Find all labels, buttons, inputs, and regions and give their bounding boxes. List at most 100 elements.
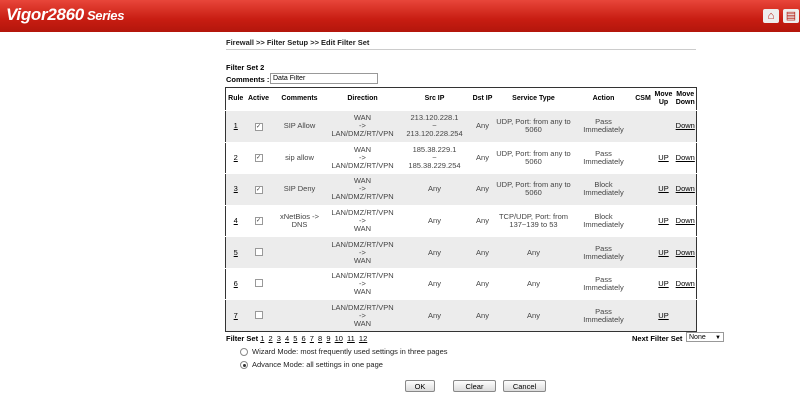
active-cell bbox=[245, 299, 272, 332]
action-cell: Block Immediately bbox=[573, 173, 634, 206]
move-up-link[interactable]: UP bbox=[658, 216, 668, 225]
header-src-ip: Src IP bbox=[424, 95, 445, 102]
move-down-link[interactable]: Down bbox=[676, 248, 695, 257]
comments-cell: SIP Deny bbox=[271, 173, 328, 206]
advance-mode-option[interactable]: Advance Mode: all settings in one page bbox=[240, 360, 383, 370]
header-action: Action bbox=[592, 95, 615, 102]
move-down-cell: Down bbox=[674, 204, 697, 237]
active-checkbox[interactable] bbox=[254, 279, 263, 288]
filter-set-page-link[interactable]: 1 bbox=[260, 334, 264, 343]
rule-cell: 5 bbox=[225, 236, 246, 269]
service-type-cell: Any bbox=[493, 299, 574, 332]
rule-link[interactable]: 6 bbox=[234, 279, 238, 288]
dst-ip-cell: Any bbox=[471, 141, 494, 174]
move-down-link[interactable]: Down bbox=[676, 216, 695, 225]
rule-link[interactable]: 3 bbox=[234, 184, 238, 193]
move-up-link[interactable]: UP bbox=[658, 184, 668, 193]
move-down-link[interactable]: Down bbox=[676, 153, 695, 162]
clear-button[interactable]: Clear bbox=[453, 380, 496, 392]
direction-cell: LAN/DMZ/RT/VPN -> WAN bbox=[327, 267, 398, 300]
filter-set-page-link[interactable]: 7 bbox=[310, 334, 314, 343]
src-ip-cell: Any bbox=[397, 173, 472, 206]
move-down-link[interactable]: Down bbox=[676, 121, 695, 130]
active-checkbox[interactable]: ✓ bbox=[254, 122, 263, 131]
move-up-link[interactable]: UP bbox=[658, 248, 668, 257]
comments-cell: SIP Allow bbox=[271, 110, 328, 143]
dst-ip-cell: Any bbox=[471, 267, 494, 300]
header-comments: Comments bbox=[281, 95, 318, 102]
active-checkbox[interactable]: ✓ bbox=[254, 185, 263, 194]
table-row: 2 ✓ sip allow WAN -> LAN/DMZ/RT/VPN 185.38.2… bbox=[225, 141, 697, 174]
move-up-link[interactable]: UP bbox=[658, 311, 668, 320]
header-active: Active bbox=[247, 95, 269, 102]
csm-cell bbox=[633, 173, 653, 206]
cancel-button[interactable]: Cancel bbox=[503, 380, 546, 392]
rule-link[interactable]: 2 bbox=[234, 153, 238, 162]
rule-link[interactable]: 1 bbox=[234, 121, 238, 130]
wizard-mode-radio[interactable] bbox=[240, 348, 248, 357]
move-down-cell bbox=[674, 299, 697, 332]
filter-set-page-link[interactable]: 10 bbox=[335, 334, 343, 343]
filter-set-page-link[interactable]: 8 bbox=[318, 334, 322, 343]
comments-cell bbox=[271, 236, 328, 269]
ok-button[interactable]: OK bbox=[405, 380, 435, 392]
next-filter-set-select[interactable]: None ▼ bbox=[686, 332, 724, 342]
dst-ip-cell: Any bbox=[471, 110, 494, 143]
move-down-cell: Down bbox=[674, 267, 697, 300]
filter-set-page-link[interactable]: 6 bbox=[302, 334, 306, 343]
active-checkbox[interactable] bbox=[254, 310, 263, 319]
src-ip-cell: Any bbox=[397, 204, 472, 237]
comments-cell: xNetBios -> DNS bbox=[271, 204, 328, 237]
active-checkbox[interactable] bbox=[254, 247, 263, 256]
direction-cell: LAN/DMZ/RT/VPN -> WAN bbox=[327, 299, 398, 332]
menu-icon[interactable]: ▤ bbox=[783, 9, 799, 23]
home-icon[interactable]: ⌂ bbox=[763, 9, 779, 23]
header-rule: Rule bbox=[228, 95, 244, 102]
active-checkbox[interactable]: ✓ bbox=[254, 217, 263, 226]
move-up-cell: UP bbox=[652, 141, 675, 174]
move-down-cell: Down bbox=[674, 141, 697, 174]
filter-set-title: Filter Set 2 bbox=[226, 63, 265, 72]
move-up-cell: UP bbox=[652, 267, 675, 300]
rule-cell: 4 bbox=[225, 204, 246, 237]
comments-cell bbox=[271, 267, 328, 300]
move-up-link[interactable]: UP bbox=[658, 279, 668, 288]
filter-set-page-link[interactable]: 3 bbox=[277, 334, 281, 343]
active-cell bbox=[245, 236, 272, 269]
csm-cell bbox=[633, 267, 653, 300]
dst-ip-cell: Any bbox=[471, 173, 494, 206]
rule-link[interactable]: 5 bbox=[234, 248, 238, 257]
comments-cell: sip allow bbox=[271, 141, 328, 174]
rule-link[interactable]: 4 bbox=[234, 216, 238, 225]
filter-set-page-link[interactable]: 12 bbox=[359, 334, 367, 343]
move-up-link[interactable]: UP bbox=[658, 153, 668, 162]
move-down-link[interactable]: Down bbox=[676, 184, 695, 193]
rule-link[interactable]: 7 bbox=[234, 311, 238, 320]
move-down-link[interactable]: Down bbox=[676, 279, 695, 288]
active-checkbox[interactable]: ✓ bbox=[254, 154, 263, 163]
header-move-up: Move Up bbox=[654, 91, 673, 106]
src-ip-cell: 213.120.228.1 ~ 213.120.228.254 bbox=[397, 110, 472, 143]
comments-input[interactable] bbox=[270, 73, 378, 84]
header-move-down: Move Down bbox=[675, 91, 695, 106]
divider bbox=[226, 49, 696, 50]
csm-cell bbox=[633, 299, 653, 332]
breadcrumb: Firewall >> Filter Setup >> Edit Filter … bbox=[226, 38, 370, 47]
advance-mode-radio[interactable] bbox=[240, 361, 248, 370]
move-up-cell: UP bbox=[652, 204, 675, 237]
dst-ip-cell: Any bbox=[471, 204, 494, 237]
filter-set-page-link[interactable]: 9 bbox=[326, 334, 330, 343]
filter-set-pager: Filter Set 1 2 3 4 5 6 7 8 9 10 11 12 bbox=[226, 334, 369, 343]
filter-set-page-link[interactable]: 11 bbox=[347, 334, 355, 343]
rule-cell: 7 bbox=[225, 299, 246, 332]
move-down-cell: Down bbox=[674, 110, 697, 143]
action-cell: Pass Immediately bbox=[573, 299, 634, 332]
src-ip-cell: Any bbox=[397, 299, 472, 332]
filter-set-page-link[interactable]: 2 bbox=[268, 334, 272, 343]
wizard-mode-option[interactable]: Wizard Mode: most frequently used settin… bbox=[240, 347, 448, 357]
filter-set-page-link[interactable]: 4 bbox=[285, 334, 289, 343]
dst-ip-cell: Any bbox=[471, 299, 494, 332]
table-row: 7 LAN/DMZ/RT/VPN -> WAN Any Any Any Pass Imme… bbox=[225, 299, 697, 332]
filter-set-page-link[interactable]: 5 bbox=[293, 334, 297, 343]
service-type-cell: TCP/UDP, Port: from 137~139 to 53 bbox=[493, 204, 574, 237]
